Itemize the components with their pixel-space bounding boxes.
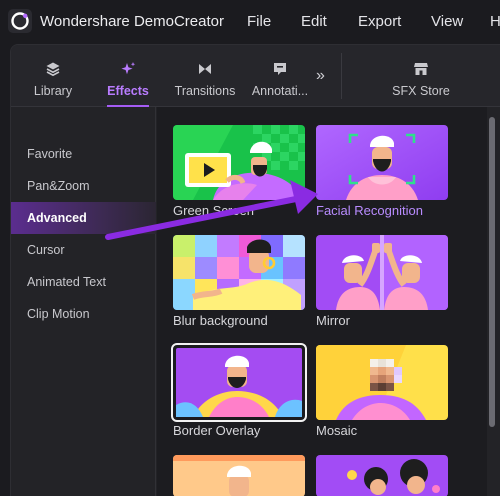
sidebar-item-pan-zoom[interactable]: Pan&Zoom <box>11 170 156 202</box>
media-panel: Library Effects Transitions Annotati... … <box>10 44 500 496</box>
sidebar-item-animated-text[interactable]: Animated Text <box>11 266 156 298</box>
tab-sfx-store[interactable]: SFX Store <box>381 45 461 107</box>
annotation-icon <box>274 63 286 75</box>
tab-transitions[interactable]: Transitions <box>167 45 243 107</box>
border-overlay-thumbnail <box>171 343 307 422</box>
layers-icon <box>46 62 60 77</box>
mosaic-thumbnail <box>316 345 448 420</box>
tab-sfx-store-label: SFX Store <box>392 84 450 98</box>
partial-left-thumbnail <box>173 455 305 496</box>
partial-right-thumbnail <box>316 455 448 496</box>
menu-view[interactable]: View <box>431 13 463 30</box>
menu-export[interactable]: Export <box>358 13 401 30</box>
menu-help[interactable]: H <box>490 13 500 30</box>
mirror-thumbnail <box>316 235 448 310</box>
app-title: Wondershare DemoCreator <box>40 13 224 30</box>
tab-separator <box>341 53 342 99</box>
effect-label: Blur background <box>173 313 268 328</box>
tab-transitions-label: Transitions <box>174 84 236 98</box>
green-screen-thumbnail <box>173 125 305 200</box>
more-tabs-button[interactable]: » <box>316 67 325 85</box>
blur-background-thumbnail <box>173 235 305 310</box>
tab-library-label: Library <box>33 84 73 98</box>
tab-effects[interactable]: Effects <box>93 45 163 107</box>
effect-label: Mosaic <box>316 423 358 438</box>
effects-grid: Green Screen Facial Recognition Blur bac… <box>157 107 487 496</box>
sidebar-item-clip-motion[interactable]: Clip Motion <box>11 298 156 330</box>
store-icon <box>414 63 428 75</box>
facial-recognition-thumbnail <box>316 125 448 200</box>
tab-annotations[interactable]: Annotati... <box>247 45 313 107</box>
app-logo-icon <box>8 9 32 33</box>
effect-label: Mirror <box>316 313 350 328</box>
bowtie-icon <box>199 64 211 74</box>
effect-label: Green Screen <box>173 203 254 218</box>
tab-annotations-label: Annotati... <box>251 84 309 98</box>
title-bar: Wondershare DemoCreator File Edit Export… <box>0 0 500 44</box>
tab-library[interactable]: Library <box>19 45 87 107</box>
effect-label: Border Overlay <box>173 423 261 438</box>
sidebar-item-favorite[interactable]: Favorite <box>11 138 156 170</box>
menu-file[interactable]: File <box>247 13 271 30</box>
effects-sidebar: Favorite Pan&Zoom Advanced Cursor Animat… <box>11 107 156 496</box>
tab-bar: Library Effects Transitions Annotati... … <box>11 45 500 107</box>
sidebar-item-cursor[interactable]: Cursor <box>11 234 156 266</box>
grid-scrollbar[interactable] <box>489 117 495 427</box>
tab-effects-label: Effects <box>107 84 149 98</box>
effect-label: Facial Recognition <box>316 203 423 218</box>
sidebar-item-advanced[interactable]: Advanced <box>11 202 156 234</box>
menu-edit[interactable]: Edit <box>301 13 327 30</box>
sparkle-icon <box>121 62 136 75</box>
